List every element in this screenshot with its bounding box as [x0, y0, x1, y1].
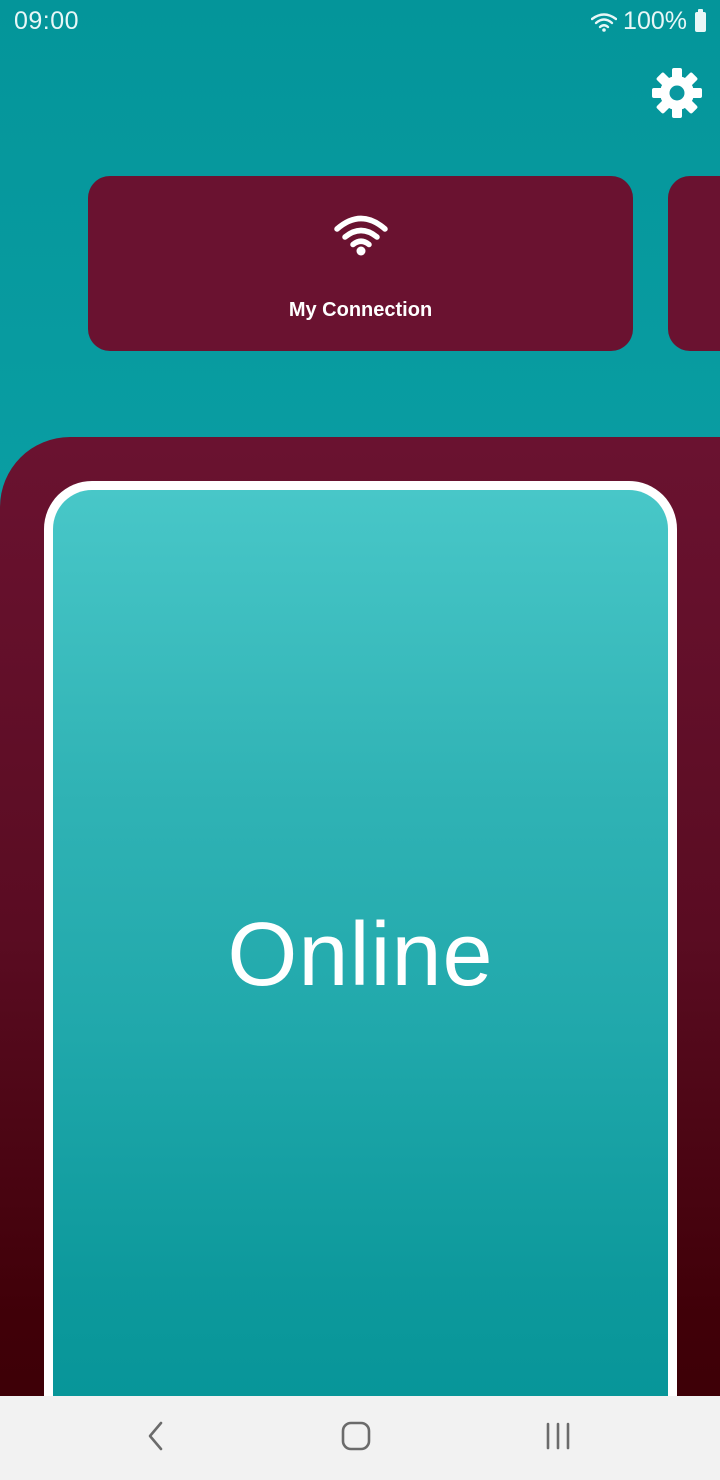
- back-button[interactable]: [126, 1416, 186, 1460]
- app-screen: 09:00 100% My Connection Online: [0, 0, 720, 1480]
- battery-percent: 100%: [623, 7, 687, 35]
- gear-icon: [651, 67, 703, 124]
- nav-bar: [0, 1396, 720, 1480]
- wifi-icon: [333, 214, 389, 261]
- status-time: 09:00: [14, 7, 80, 35]
- card-label: My Connection: [288, 299, 433, 321]
- connection-status: Online: [227, 905, 494, 1005]
- wifi-icon: [591, 12, 618, 32]
- home-button[interactable]: [326, 1416, 386, 1460]
- back-icon: [144, 1420, 168, 1457]
- next-card[interactable]: [668, 176, 720, 351]
- settings-button[interactable]: [648, 66, 706, 124]
- connection-card[interactable]: My Connection: [88, 176, 633, 351]
- battery-icon: [695, 8, 706, 32]
- home-icon: [340, 1420, 372, 1457]
- status-indicators: 100%: [591, 7, 706, 36]
- status-card[interactable]: Online: [44, 481, 677, 1480]
- recents-icon: [543, 1421, 573, 1456]
- recents-button[interactable]: [528, 1416, 588, 1460]
- status-bar: 09:00 100%: [0, 0, 720, 44]
